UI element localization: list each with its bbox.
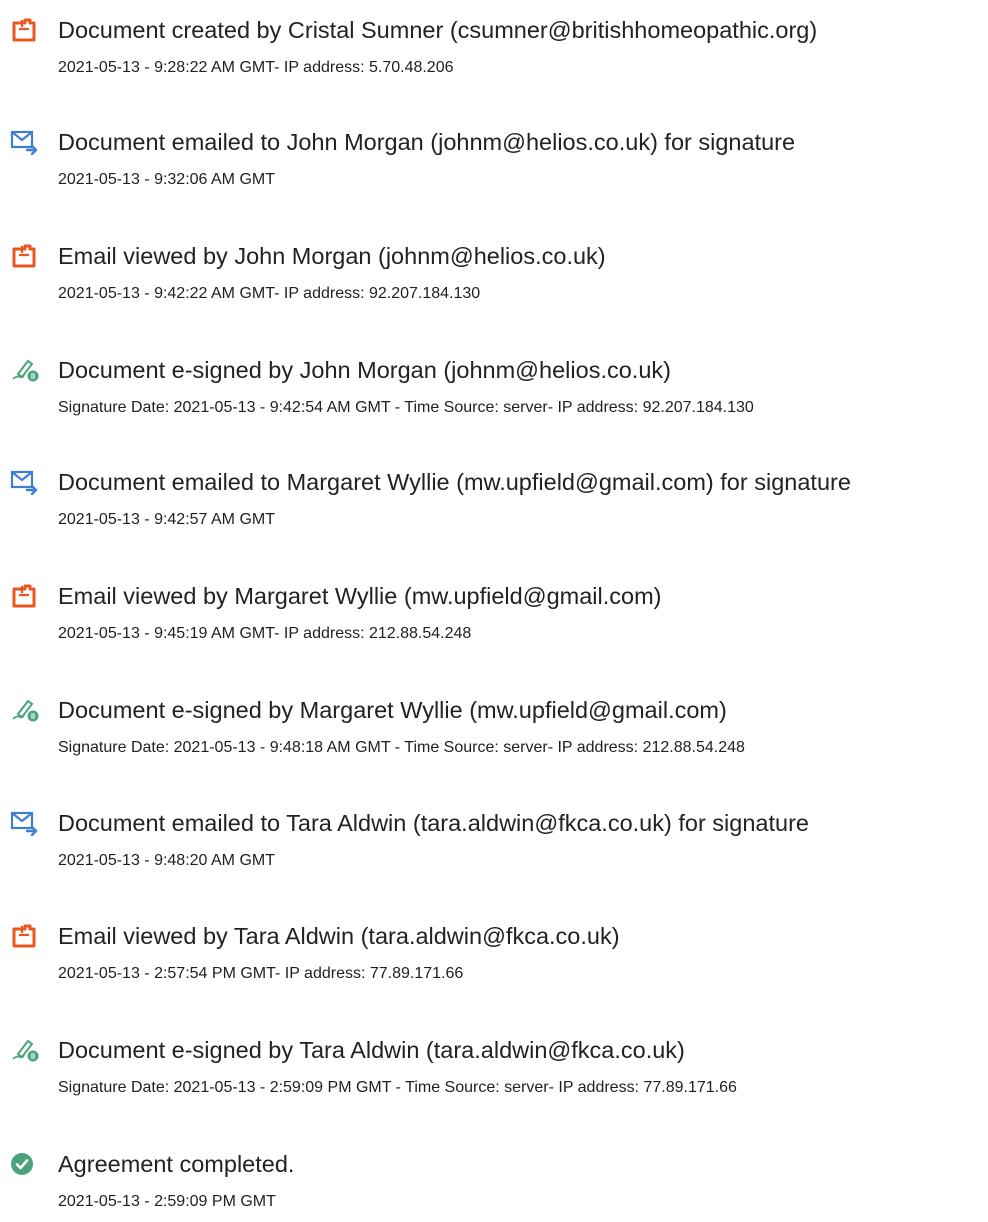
event-title: Email viewed by Tara Aldwin (tara.aldwin… <box>58 923 620 949</box>
event-detail: 2021-05-13 - 2:59:09 PM GMT <box>58 1193 276 1210</box>
event-title: Document emailed to Margaret Wyllie (mw.… <box>58 469 851 495</box>
event-title: Document emailed to John Morgan (johnm@h… <box>58 129 796 155</box>
event-title: Document e-signed by John Morgan (johnm@… <box>58 357 671 383</box>
event-detail: Signature Date: 2021-05-13 - 9:42:54 AM … <box>58 399 754 416</box>
event-title: Document emailed to Tara Aldwin (tara.al… <box>58 810 809 836</box>
event-detail: 2021-05-13 - 9:48:20 AM GMT <box>58 852 275 869</box>
event-title: Email viewed by Margaret Wyllie (mw.upfi… <box>58 583 662 609</box>
event-detail: Signature Date: 2021-05-13 - 2:59:09 PM … <box>58 1079 737 1096</box>
event-detail: 2021-05-13 - 9:45:19 AM GMT- IP address:… <box>58 625 472 642</box>
document-icon <box>10 923 40 949</box>
email-sent-icon <box>10 129 40 155</box>
document-icon <box>10 17 40 43</box>
event-title: Email viewed by John Morgan (johnm@helio… <box>58 243 606 269</box>
event-title: Document e-signed by Margaret Wyllie (mw… <box>58 697 727 723</box>
event-detail: Signature Date: 2021-05-13 - 9:48:18 AM … <box>58 739 745 756</box>
event-detail: 2021-05-13 - 9:42:22 AM GMT- IP address:… <box>58 285 481 302</box>
email-sent-icon <box>10 810 40 836</box>
esign-pen-icon <box>10 357 40 383</box>
event-title: Document created by Cristal Sumner (csum… <box>58 17 818 43</box>
event-detail: 2021-05-13 - 9:28:22 AM GMT- IP address:… <box>58 59 454 76</box>
document-icon <box>10 243 40 269</box>
event-detail: 2021-05-13 - 9:42:57 AM GMT <box>58 511 275 528</box>
event-title: Agreement completed. <box>58 1151 295 1177</box>
check-circle-icon <box>10 1151 40 1177</box>
esign-pen-icon <box>10 1037 40 1063</box>
event-title: Document e-signed by Tara Aldwin (tara.a… <box>58 1037 685 1063</box>
esign-pen-icon <box>10 697 40 723</box>
document-icon <box>10 583 40 609</box>
email-sent-icon <box>10 469 40 495</box>
event-detail: 2021-05-13 - 2:57:54 PM GMT- IP address:… <box>58 965 464 982</box>
event-detail: 2021-05-13 - 9:32:06 AM GMT <box>58 171 275 188</box>
